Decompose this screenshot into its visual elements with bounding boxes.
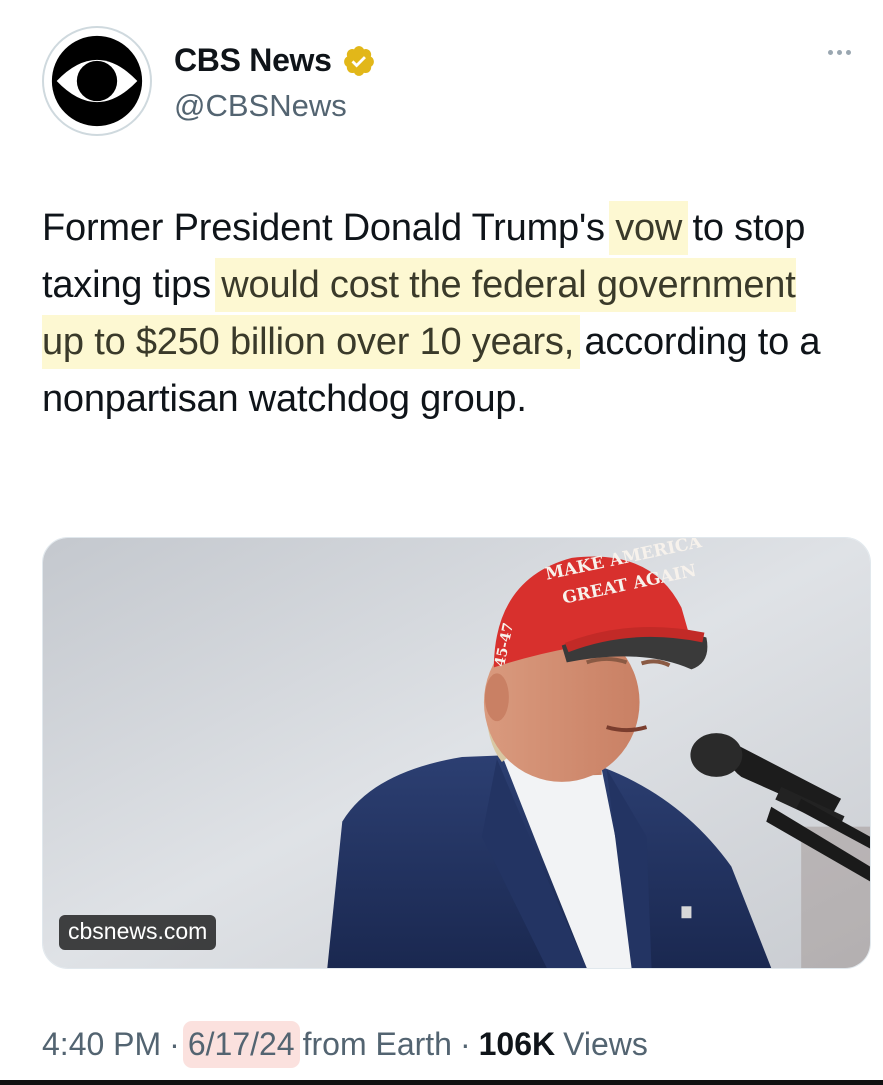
bottom-divider: [0, 1080, 883, 1085]
media-domain-label[interactable]: cbsnews.com: [59, 915, 217, 950]
avatar[interactable]: [42, 26, 152, 136]
display-name[interactable]: CBS News: [174, 42, 332, 79]
account-handle[interactable]: @CBSNews: [174, 88, 347, 124]
separator: ·: [459, 1026, 471, 1062]
tweet-text: Former President Donald Trump's vow to s…: [42, 200, 842, 428]
separator: ·: [169, 1026, 180, 1062]
tweet-card: CBS News @CBSNews Former President Donal…: [0, 0, 883, 1085]
verified-badge-icon: [342, 44, 376, 78]
views-count[interactable]: 106K: [479, 1026, 556, 1063]
tweet-meta: 4:40 PM · 6/17/24 from Earth · 106K View…: [42, 1026, 648, 1063]
post-source: from Earth: [302, 1026, 452, 1062]
highlighted-text: vow: [615, 207, 683, 249]
post-date[interactable]: 6/17/24: [187, 1026, 295, 1063]
media-card[interactable]: MAKE AMERICA GREAT AGAIN 45-47 cbsnews.c…: [42, 537, 871, 969]
name-row: CBS News: [174, 42, 376, 79]
tweet-text-part: Former President Donald Trump's: [42, 207, 616, 249]
news-photo: MAKE AMERICA GREAT AGAIN 45-47: [43, 538, 870, 968]
cbs-eye-logo-icon: [51, 35, 143, 127]
views-label: Views: [563, 1026, 648, 1062]
more-options-icon[interactable]: [817, 40, 861, 64]
post-time[interactable]: 4:40 PM: [42, 1026, 161, 1063]
